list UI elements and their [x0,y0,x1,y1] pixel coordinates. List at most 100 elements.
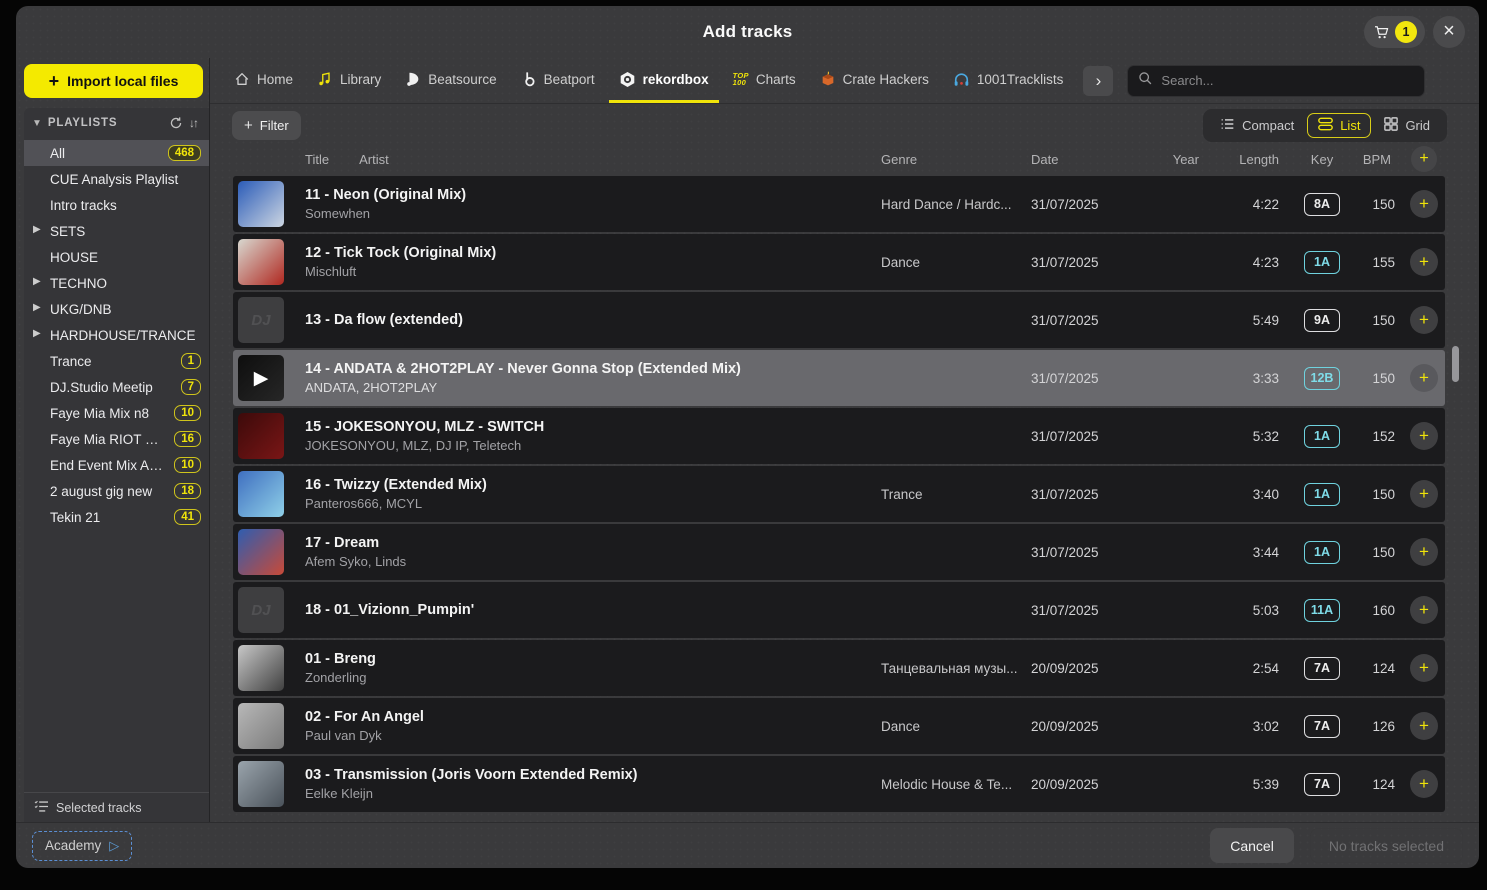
tab-library[interactable]: Library [307,58,391,103]
tab-beatsource[interactable]: Beatsource [395,58,506,103]
playlist-name: DJ.Studio Meetip [50,380,175,395]
column-header-title[interactable]: Title [305,152,329,167]
playlist-name: HOUSE [50,250,201,265]
collapse-caret-icon[interactable]: ▼ [32,118,42,129]
view-list-button[interactable]: List [1307,113,1371,138]
table-row[interactable]: DJ 13 - Da flow (extended) 31/07/2025 [233,292,1445,348]
scrollbar-thumb[interactable] [1452,346,1459,382]
add-track-button[interactable]: + [1410,538,1438,566]
table-row[interactable]: ▶ 14 - ANDATA & 2HOT2PLAY - Never Gonna … [233,350,1445,406]
tab-beatport[interactable]: Beatport [511,58,605,103]
playlist-item[interactable]: ▶ End Event Mix AFTER... 10 [24,452,209,478]
expand-caret-icon[interactable]: ▶ [33,276,41,287]
close-button[interactable]: × [1433,16,1465,48]
tab-1001tracklists[interactable]: 1001Tracklists [943,58,1074,103]
add-track-button[interactable]: + [1410,248,1438,276]
album-art: DJ [238,297,284,343]
cancel-button[interactable]: Cancel [1210,828,1294,863]
playlist-item[interactable]: ▶ Faye Mia RIOT Relate ... 16 [24,426,209,452]
track-date: 31/07/2025 [1031,371,1141,386]
cart-count-badge: 1 [1395,21,1417,43]
playlist-item[interactable]: ▶ Faye Mia Mix n8 10 [24,400,209,426]
track-title: 03 - Transmission (Joris Voorn Extended … [305,767,881,783]
table-row[interactable]: 11 - Neon (Original Mix) Somewhen Hard D… [233,176,1445,232]
tab-crate-hackers[interactable]: Crate Hackers [810,58,939,103]
table-row[interactable]: 16 - Twizzy (Extended Mix) Panteros666, … [233,466,1445,522]
add-track-button[interactable]: + [1410,480,1438,508]
track-bpm: 150 [1353,371,1403,386]
playlist-item[interactable]: ▶ CUE Analysis Playlist [24,166,209,192]
filter-button[interactable]: + Filter [232,111,301,140]
cart-button[interactable]: 1 [1364,16,1425,48]
add-track-button[interactable]: + [1410,770,1438,798]
column-header-length[interactable]: Length [1211,152,1291,167]
tab-home[interactable]: Home [224,58,303,103]
search-input[interactable] [1161,73,1414,88]
table-row[interactable]: 03 - Transmission (Joris Voorn Extended … [233,756,1445,812]
add-track-button[interactable]: + [1410,654,1438,682]
tab-rekordbox[interactable]: rekordbox [609,58,719,103]
expand-caret-icon[interactable]: ▶ [33,224,41,235]
add-track-button[interactable]: + [1410,306,1438,334]
tab-label: Beatport [544,72,595,87]
key-badge: 12B [1304,367,1340,390]
view-mode-label: Grid [1405,118,1430,133]
track-title: 17 - Dream [305,535,881,551]
playlist-item[interactable]: ▶ Intro tracks [24,192,209,218]
playlist-item[interactable]: ▶ 2 august gig new 18 [24,478,209,504]
add-track-button[interactable]: + [1410,422,1438,450]
expand-caret-icon[interactable]: ▶ [33,328,41,339]
table-row[interactable]: 01 - Breng Zonderling Танцевальная музы.… [233,640,1445,696]
playlist-item[interactable]: ▶ DJ.Studio Meetip 7 [24,374,209,400]
table-row[interactable]: DJ 18 - 01_Vizionn_Pumpin' 31/07/2025 [233,582,1445,638]
dialog-footer: Academy ▷ Cancel No tracks selected [16,822,1479,868]
table-row[interactable]: 02 - For An Angel Paul van Dyk Dance 20/… [233,698,1445,754]
confirm-button[interactable]: No tracks selected [1310,828,1463,863]
track-title: 16 - Twizzy (Extended Mix) [305,477,881,493]
playlist-item[interactable]: ▶ HARDHOUSE/TRANCE [24,322,209,348]
playlist-item[interactable]: ▶ TECHNO [24,270,209,296]
headphones-icon [953,71,970,88]
tab-charts[interactable]: TOP100 Charts [723,58,806,103]
playlist-item[interactable]: ▶ UKG/DNB [24,296,209,322]
playlist-item[interactable]: ▶ SETS [24,218,209,244]
column-header-date[interactable]: Date [1031,152,1141,167]
track-length: 3:33 [1211,371,1291,386]
view-compact-button[interactable]: Compact [1209,113,1305,138]
add-track-button[interactable]: + [1410,364,1438,392]
add-track-button[interactable]: + [1410,596,1438,624]
academy-button[interactable]: Academy ▷ [32,831,132,861]
track-bpm: 150 [1353,197,1403,212]
refresh-icon[interactable] [169,116,183,130]
track-artist: Eelke Kleijn [305,786,881,801]
track-list: 11 - Neon (Original Mix) Somewhen Hard D… [210,174,1479,822]
play-button[interactable]: ▶ [238,355,284,401]
playlist-item[interactable]: ▶ All 468 [24,140,209,166]
column-header-key[interactable]: Key [1291,152,1353,167]
expand-caret-icon[interactable]: ▶ [33,302,41,313]
key-badge: 1A [1304,425,1340,448]
column-header-genre[interactable]: Genre [881,152,1031,167]
sort-icon[interactable]: ↓↑ [189,116,199,130]
track-bpm: 126 [1353,719,1403,734]
table-row[interactable]: 12 - Tick Tock (Original Mix) Mischluft … [233,234,1445,290]
import-local-files-button[interactable]: + Import local files [24,64,203,98]
playlist-item[interactable]: ▶ Trance 1 [24,348,209,374]
playlist-name: Faye Mia Mix n8 [50,406,168,421]
selected-tracks-toggle[interactable]: Selected tracks [24,792,209,822]
column-header-year[interactable]: Year [1141,152,1211,167]
toolbar: + Filter Compact List [210,104,1479,146]
table-row[interactable]: 15 - JOKESONYOU, MLZ - SWITCH JOKESONYOU… [233,408,1445,464]
more-tabs-button[interactable]: › [1083,66,1113,96]
column-header-bpm[interactable]: BPM [1353,152,1403,167]
add-all-button[interactable]: + [1411,146,1437,172]
table-row[interactable]: 17 - Dream Afem Syko, Linds 31/07/2025 3… [233,524,1445,580]
track-genre: Танцевальная музы... [881,661,1031,676]
add-track-button[interactable]: + [1410,712,1438,740]
add-track-button[interactable]: + [1410,190,1438,218]
playlist-item[interactable]: ▶ HOUSE [24,244,209,270]
column-header-artist[interactable]: Artist [359,152,389,167]
playlist-item[interactable]: ▶ Tekin 21 41 [24,504,209,530]
view-grid-button[interactable]: Grid [1373,113,1441,138]
track-length: 2:54 [1211,661,1291,676]
